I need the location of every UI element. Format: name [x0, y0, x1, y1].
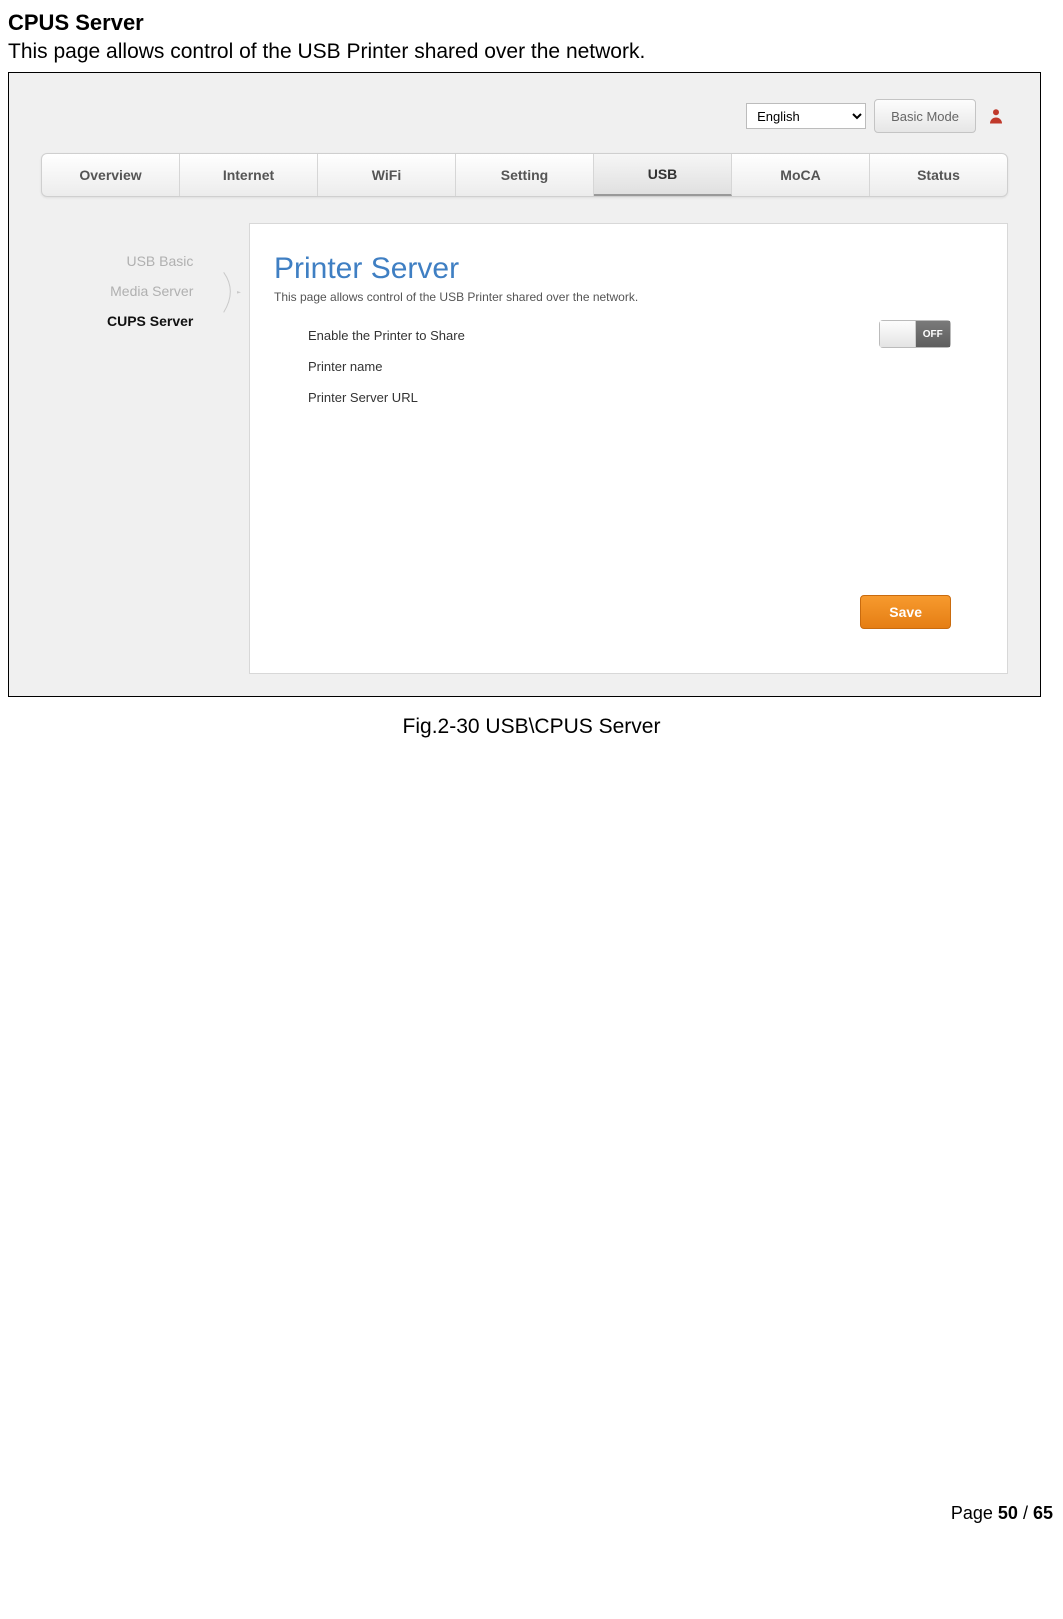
tab-setting[interactable]: Setting: [456, 154, 594, 196]
save-button[interactable]: Save: [860, 595, 951, 629]
total-pages: 65: [1033, 1503, 1053, 1523]
row-printer-name: Printer name: [308, 359, 1007, 374]
side-menu: USB Basic Media Server CUPS Server: [107, 253, 193, 343]
footer-sep: /: [1018, 1503, 1033, 1523]
sidemenu-cups-server[interactable]: CUPS Server: [107, 313, 193, 329]
toggle-knob: [880, 321, 916, 347]
share-toggle[interactable]: OFF: [879, 320, 951, 348]
language-select[interactable]: English: [746, 103, 866, 129]
content-panel: Printer Server This page allows control …: [249, 223, 1008, 674]
basic-mode-button[interactable]: Basic Mode: [874, 99, 976, 133]
row-enable-label: Enable the Printer to Share: [308, 328, 648, 343]
main-tabs: OverviewInternetWiFiSettingUSBMoCAStatus: [41, 153, 1008, 197]
current-page: 50: [998, 1503, 1018, 1523]
tab-wifi[interactable]: WiFi: [318, 154, 456, 196]
footer-prefix: Page: [951, 1503, 998, 1523]
sidemenu-media-server[interactable]: Media Server: [107, 283, 193, 299]
row-printer-url: Printer Server URL: [308, 390, 1007, 405]
section-description: This page allows control of the USB Prin…: [8, 40, 1055, 64]
tab-status[interactable]: Status: [870, 154, 1007, 196]
toggle-wrap: OFF: [879, 320, 951, 348]
router-ui-screenshot: English Basic Mode OverviewInternetWiFiS…: [8, 72, 1041, 697]
panel-subtitle: This page allows control of the USB Prin…: [274, 290, 1007, 304]
tab-internet[interactable]: Internet: [180, 154, 318, 196]
logout-icon[interactable]: [984, 104, 1008, 128]
row-url-label: Printer Server URL: [308, 390, 648, 405]
page-footer: Page 50 / 65: [0, 1503, 1063, 1542]
row-name-label: Printer name: [308, 359, 648, 374]
top-bar: English Basic Mode: [746, 99, 1008, 133]
section-title: CPUS Server: [8, 10, 1055, 36]
menu-pointer-icon: [221, 256, 241, 346]
figure-caption: Fig.2-30 USB\CPUS Server: [8, 715, 1055, 739]
tab-overview[interactable]: Overview: [42, 154, 180, 196]
sidemenu-usb-basic[interactable]: USB Basic: [107, 253, 193, 269]
tab-usb[interactable]: USB: [594, 154, 732, 196]
toggle-state: OFF: [916, 321, 951, 347]
tab-moca[interactable]: MoCA: [732, 154, 870, 196]
panel-title: Printer Server: [274, 252, 1007, 286]
